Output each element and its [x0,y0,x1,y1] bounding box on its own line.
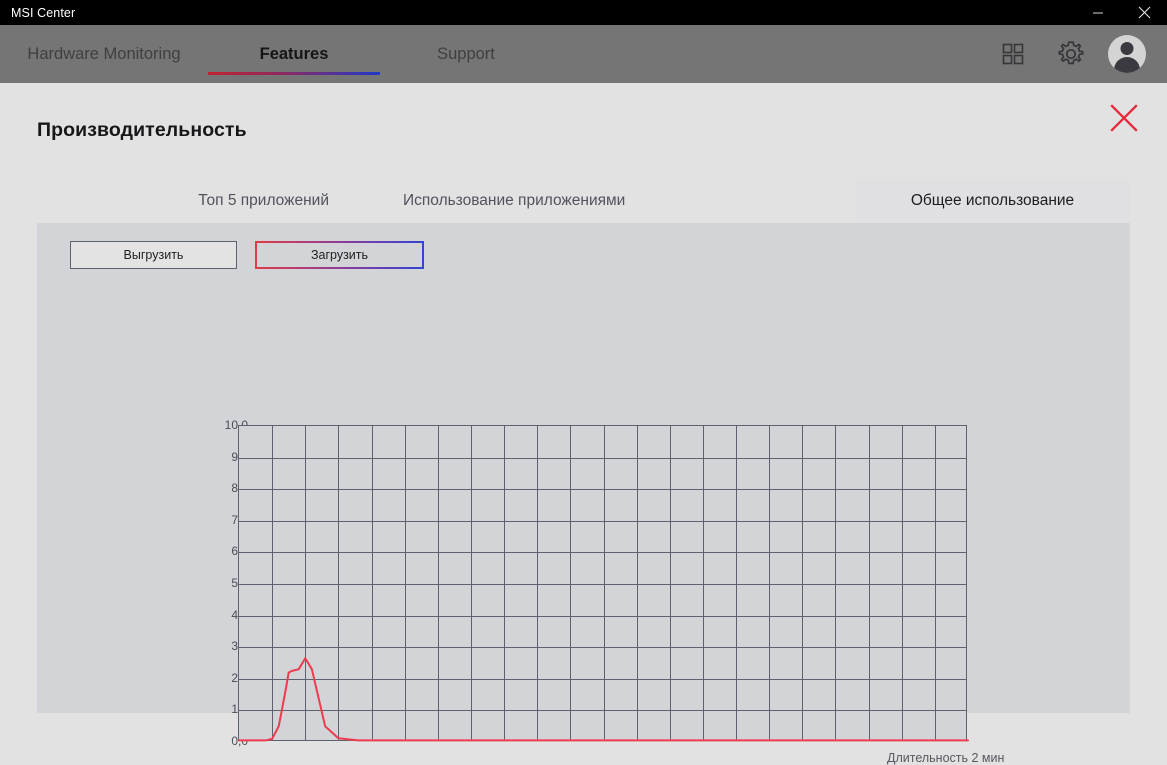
nav-tab-support[interactable]: Support [380,25,552,83]
nav-active-underline [208,72,380,75]
nav-tab-label: Features [259,44,329,63]
feature-tabstrip: Топ 5 приложений Использование приложени… [37,179,1130,223]
main-navbar: Hardware Monitoring Features Support [0,25,1167,83]
chart-series-line [238,657,969,742]
avatar-body [1114,57,1140,73]
gear-icon[interactable] [1042,25,1100,83]
nav-tab-hardware-monitoring[interactable]: Hardware Monitoring [0,25,208,83]
page-content: Производительность Топ 5 приложений Испо… [0,83,1167,765]
apps-grid-icon[interactable] [984,25,1042,83]
usage-chart: 10,09,08,07,06,05,04,03,02,01,00,0 Длите… [37,223,1130,765]
main-nav-tabs: Hardware Monitoring Features Support [0,25,552,83]
nav-tab-label: Support [437,44,495,63]
window-controls [1075,0,1167,25]
tab-label: Использование приложениями [403,192,626,209]
page-title: Производительность [37,119,247,141]
window-title: MSI Center [11,5,76,20]
nav-tab-features[interactable]: Features [208,25,380,83]
tab-label: Топ 5 приложений [198,192,329,209]
nav-icon-group [984,25,1167,83]
chart-plot-area [238,425,969,742]
avatar[interactable] [1108,35,1146,73]
minimize-button[interactable] [1075,0,1121,25]
close-button[interactable] [1121,0,1167,25]
chart-line-Общее использование [238,657,969,742]
page-close-button[interactable] [1106,100,1142,136]
overall-usage-panel: Выгрузить Загрузить 10,09,08,07,06,05,04… [37,223,1130,765]
tab-top-5-apps[interactable]: Топ 5 приложений [37,179,368,223]
avatar-head [1120,42,1134,55]
tab-label: Общее использование [910,192,1075,209]
tab-overall-usage[interactable]: Общее использование [855,179,1130,223]
chart-duration-label: Длительность 2 мин [887,751,1005,765]
tab-app-usage[interactable]: Использование приложениями [368,179,855,223]
window-titlebar: MSI Center [0,0,1167,25]
nav-tab-label: Hardware Monitoring [27,44,181,63]
